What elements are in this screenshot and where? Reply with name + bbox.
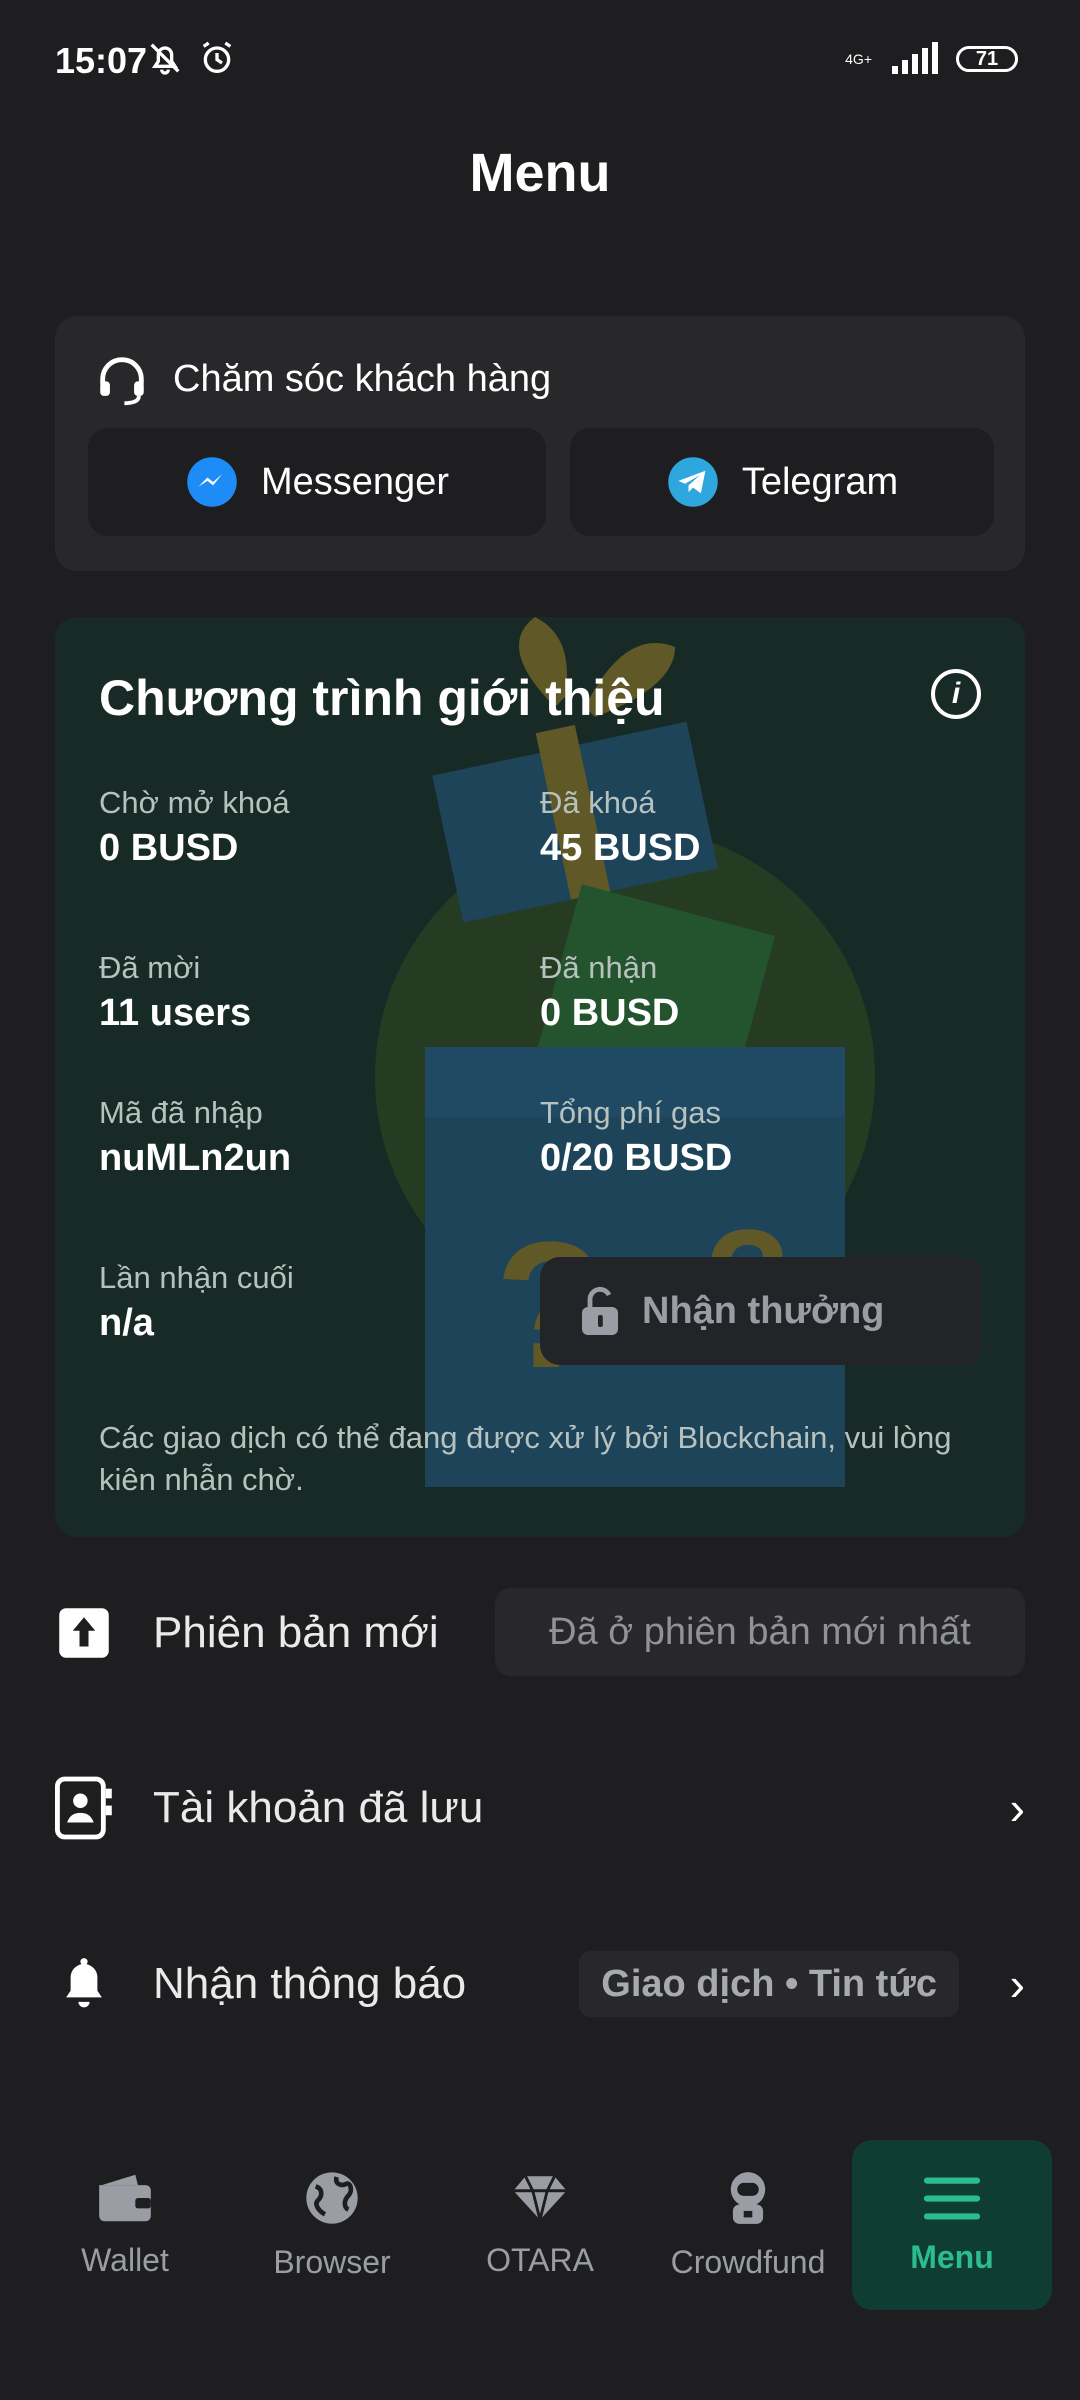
nav-browser[interactable]: Browser	[232, 2140, 432, 2310]
contact-book-icon	[55, 1776, 113, 1840]
stat-value: 0 BUSD	[540, 992, 680, 1034]
stat-gas-fee: Tổng phí gas 0/20 BUSD	[540, 1095, 732, 1180]
bell-muted-icon	[150, 43, 180, 75]
nav-otara[interactable]: OTARA	[440, 2140, 640, 2310]
stat-label: Đã mời	[99, 950, 201, 985]
page-title: Menu	[469, 143, 611, 203]
stat-label: Chờ mở khoá	[99, 785, 290, 820]
new-version-row: Phiên bản mới Đã ở phiên bản mới nhất	[55, 1588, 1025, 1678]
new-version-label: Phiên bản mới	[153, 1608, 439, 1657]
nav-crowdfund-label: Crowdfund	[670, 2243, 826, 2280]
chevron-right-icon: ›	[1009, 1958, 1025, 2010]
stat-label: Đã nhận	[540, 950, 658, 985]
telegram-icon	[668, 457, 718, 507]
bottom-nav: Wallet Browser OTARA Crowdfund Menu	[0, 2140, 1080, 2320]
messenger-label: Messenger	[261, 460, 449, 503]
stat-pending-unlock: Chờ mở khoá 0 BUSD	[99, 785, 290, 870]
nav-menu-label: Menu	[910, 2238, 994, 2275]
status-bar: 15:07 4G+ 71	[0, 0, 1080, 120]
stat-value: 45 BUSD	[540, 827, 701, 869]
alarm-icon	[202, 41, 232, 73]
nav-crowdfund[interactable]: Crowdfund	[648, 2140, 848, 2310]
signal-icon	[892, 42, 938, 74]
stat-label: Mã đã nhập	[99, 1095, 263, 1130]
stat-value: 0/20 BUSD	[540, 1137, 733, 1179]
referral-note: Các giao dịch có thể đang được xử lý bởi…	[99, 1420, 952, 1497]
customer-care-card: Chăm sóc khách hàng Messenger Telegram	[55, 316, 1025, 571]
globe-icon	[306, 2171, 358, 2224]
customer-care-title: Chăm sóc khách hàng	[173, 357, 552, 400]
stat-value: 0 BUSD	[99, 827, 239, 869]
nav-menu[interactable]: Menu	[852, 2140, 1052, 2310]
stat-last-received: Lần nhận cuối n/a	[99, 1260, 294, 1345]
customer-care-header: Chăm sóc khách hàng	[93, 350, 551, 408]
referral-title: Chương trình giới thiệu	[99, 670, 665, 726]
wallet-icon	[99, 2174, 151, 2221]
bell-icon	[55, 1955, 113, 2013]
claim-reward-label: Nhận thưởng	[642, 1289, 885, 1332]
diamond-icon	[513, 2175, 567, 2220]
nav-wallet-label: Wallet	[81, 2241, 169, 2278]
stat-label: Đã khoá	[540, 785, 656, 820]
messenger-icon	[187, 457, 237, 507]
stat-value: 11 users	[99, 992, 252, 1034]
status-time: 15:07	[55, 40, 148, 81]
notifications-row[interactable]: Nhận thông báo Giao dịch • Tin tức ›	[55, 1939, 1025, 2029]
messenger-button[interactable]: Messenger	[88, 428, 546, 536]
hamburger-menu-icon	[923, 2177, 981, 2219]
nav-otara-label: OTARA	[486, 2241, 594, 2278]
stat-label: Lần nhận cuối	[99, 1260, 294, 1295]
stat-code-entered: Mã đã nhập nuMLn2un	[99, 1095, 291, 1180]
stat-value: n/a	[99, 1302, 154, 1344]
upload-icon	[55, 1604, 113, 1662]
headset-icon	[100, 357, 144, 406]
nav-browser-label: Browser	[273, 2243, 391, 2280]
referral-card: ? ? Chương trình giới thiệu i Chờ mở kho…	[55, 617, 1025, 1537]
info-icon[interactable]: i	[931, 669, 981, 719]
version-status: Đã ở phiên bản mới nhất	[495, 1588, 1025, 1676]
telegram-label: Telegram	[741, 460, 899, 503]
status-icons-right: 4G+ 71	[845, 42, 1018, 76]
claim-reward-button[interactable]: Nhận thưởng	[540, 1257, 982, 1365]
unlock-icon	[582, 1286, 618, 1335]
stat-locked: Đã khoá 45 BUSD	[540, 785, 701, 870]
notifications-label: Nhận thông báo	[153, 1959, 467, 2008]
network-type: 4G+	[845, 51, 872, 67]
saved-accounts-label: Tài khoản đã lưu	[153, 1783, 484, 1832]
stat-value: nuMLn2un	[99, 1137, 292, 1179]
battery-indicator: 71	[956, 46, 1018, 72]
stat-label: Tổng phí gas	[540, 1095, 721, 1130]
notification-types: Giao dịch • Tin tức	[579, 1951, 959, 2017]
astronaut-icon	[730, 2171, 766, 2224]
stat-invited: Đã mời 11 users	[99, 950, 251, 1035]
chevron-right-icon: ›	[1009, 1782, 1025, 1834]
stat-received: Đã nhận 0 BUSD	[540, 950, 679, 1035]
status-icons-left	[145, 38, 237, 78]
telegram-button[interactable]: Telegram	[570, 428, 994, 536]
nav-wallet[interactable]: Wallet	[25, 2140, 225, 2310]
gift-box-illustration: ? ?	[375, 617, 875, 1487]
saved-accounts-row[interactable]: Tài khoản đã lưu ›	[55, 1763, 1025, 1853]
